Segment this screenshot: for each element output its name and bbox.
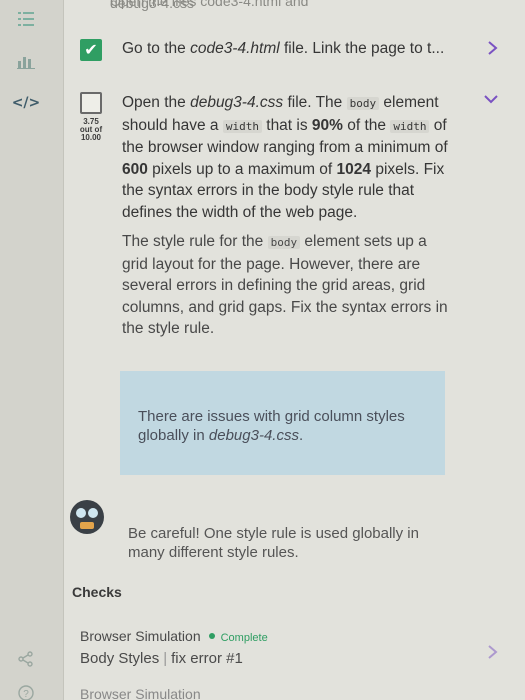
- check-status: Complete: [220, 632, 268, 644]
- robot-eye: [88, 508, 98, 518]
- check-item-2[interactable]: Browser Simulation: [80, 686, 201, 700]
- check-item-1[interactable]: Browser Simulation Complete: [80, 628, 268, 644]
- checks-heading: Checks: [72, 584, 122, 600]
- text: The style rule for the: [122, 233, 268, 250]
- list-icon[interactable]: [8, 6, 44, 32]
- check-item-1-subtitle: Body Styles | fix error #1: [80, 650, 243, 667]
- width-percent: 90%: [311, 116, 343, 134]
- task-2-description: Open the debug3-4.css file. The body ele…: [122, 92, 452, 340]
- task-1-checkbox[interactable]: ✔: [80, 39, 102, 61]
- task-2-paragraph-2: The style rule for the body element sets…: [122, 231, 452, 340]
- task-2-checkbox[interactable]: [80, 92, 102, 114]
- checkmark-icon: ✔: [84, 42, 98, 59]
- chevron-right-icon[interactable]: [487, 644, 499, 665]
- text: Open the: [122, 94, 191, 111]
- hint-file: debug3-4.css: [208, 427, 299, 444]
- code-width: width: [222, 119, 262, 133]
- check-title: Browser Simulation: [80, 628, 201, 644]
- max-width: 1024: [336, 160, 372, 178]
- check-sub-a: Body Styles: [80, 650, 160, 667]
- text: of the: [342, 116, 391, 134]
- check-title: Browser Simulation: [80, 686, 201, 700]
- separator: |: [163, 650, 168, 667]
- check-sub-b: fix error #1: [171, 650, 243, 667]
- share-icon[interactable]: [8, 646, 44, 672]
- text: that is: [261, 116, 312, 134]
- hint-box: There are issues with grid column styles…: [120, 371, 445, 475]
- chevron-right-icon[interactable]: [487, 40, 499, 61]
- status-dot-icon: [208, 633, 215, 640]
- text: pixels up to a maximum of: [147, 160, 337, 178]
- task-1-title-file: code3-4.html: [190, 40, 280, 57]
- hint-text: There are issues with grid column styles…: [138, 407, 428, 445]
- cutoff-heading: Open the files code3-4.html and debug3-4…: [110, 0, 309, 11]
- svg-text:?: ?: [23, 689, 29, 700]
- robot-eye: [76, 508, 86, 518]
- task-2-score: 3.75 out of 10.00: [74, 118, 108, 142]
- robot-message: Be careful! One style rule is used globa…: [128, 525, 419, 561]
- min-width: 600: [122, 160, 148, 178]
- chart-icon[interactable]: [8, 48, 44, 74]
- score-max: 10.00: [80, 133, 102, 142]
- code-icon[interactable]: </>: [8, 90, 44, 116]
- side-rail: </> ?: [0, 0, 64, 700]
- text: file. The: [283, 94, 347, 111]
- task-1-title-post: file. Link the page to t...: [279, 40, 445, 57]
- code-width: width: [390, 119, 430, 133]
- task-2-paragraph-1: Open the debug3-4.css file. The body ele…: [122, 92, 452, 223]
- task-1-title-pre: Go to the: [122, 40, 191, 57]
- code-body: body: [346, 97, 380, 110]
- robot-mouth: [80, 522, 94, 529]
- file-name: debug3-4.css: [190, 94, 284, 111]
- robot-avatar-icon: [70, 500, 104, 534]
- help-icon[interactable]: ?: [8, 680, 44, 700]
- text: .: [298, 427, 304, 444]
- code-body: body: [267, 236, 301, 249]
- chevron-down-icon[interactable]: [483, 92, 499, 110]
- task-1-title[interactable]: Go to the code3-4.html file. Link the pa…: [122, 40, 472, 58]
